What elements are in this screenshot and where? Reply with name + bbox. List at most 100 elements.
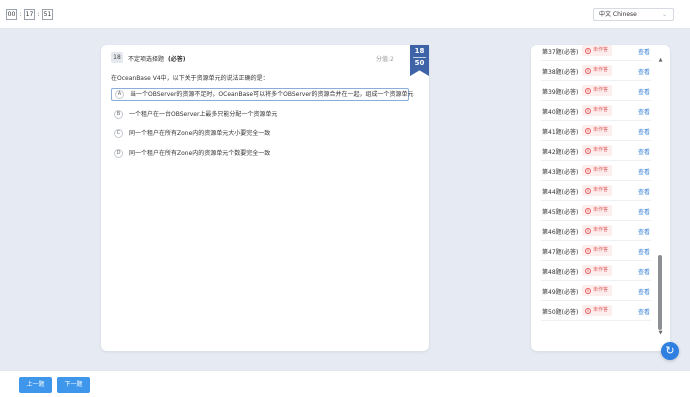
question-card: 18 不定项选择题 (必答) 分值:2 18 50 在OceanBase V4中，… (101, 45, 429, 351)
close-circle-icon: × (585, 268, 591, 274)
answer-row-label: 第47题(必答) (542, 249, 579, 256)
status-badge: × 未作答 (582, 165, 612, 176)
status-text: 未作答 (593, 87, 609, 93)
close-circle-icon: × (585, 148, 591, 154)
question-text: 在OceanBase V4中，以下关于资源单元的说法正确的是： (111, 75, 269, 82)
status-badge: × 未作答 (582, 305, 612, 316)
answer-row-label: 第50题(必答) (542, 309, 579, 316)
option-b[interactable]: B 一个租户在一台OBServer上最多只能分配一个资源单元 (111, 108, 409, 121)
option-d[interactable]: D 同一个租户在所有Zone内的资源单元个数要完全一致 (111, 147, 409, 160)
timer-seconds: 51 (42, 9, 53, 20)
timer-separator: : (37, 11, 40, 18)
question-number: 18 (111, 52, 123, 63)
answer-row-label: 第44题(必答) (542, 189, 579, 196)
option-letter: A (115, 90, 124, 99)
status-text: 未作答 (593, 307, 609, 313)
answer-row-label: 第41题(必答) (542, 129, 579, 136)
view-link[interactable]: 查看 (638, 67, 650, 76)
close-circle-icon: × (585, 108, 591, 114)
answer-row: 第46题(必答) × 未作答 查看 (531, 221, 651, 241)
language-select[interactable]: 中文 Chinese ⌄ (593, 8, 674, 21)
close-circle-icon: × (585, 288, 591, 294)
status-badge: × 未作答 (582, 65, 612, 76)
answer-row: 第48题(必答) × 未作答 查看 (531, 261, 651, 281)
answer-row-label: 第37题(必答) (542, 49, 579, 56)
status-text: 未作答 (593, 267, 609, 273)
status-text: 未作答 (593, 47, 609, 53)
answer-sheet-panel: 第37题(必答) × 未作答 查看 第38题(必答) × 未作答 查看 第39题(必… (531, 45, 670, 351)
answer-row: 第39题(必答) × 未作答 查看 (531, 81, 651, 101)
view-link[interactable]: 查看 (638, 147, 650, 156)
answer-row: 第45题(必答) × 未作答 查看 (531, 201, 651, 221)
answer-row-label: 第40题(必答) (542, 109, 579, 116)
view-link[interactable]: 查看 (638, 307, 650, 316)
question-type: 不定项选择题 (必答) (128, 54, 186, 63)
required-label: (必答) (168, 56, 186, 63)
status-text: 未作答 (593, 127, 609, 133)
close-circle-icon: × (585, 88, 591, 94)
top-bar: 00 : 17 : 51 中文 Chinese ⌄ (0, 0, 690, 29)
view-link[interactable]: 查看 (638, 47, 650, 56)
progress-total: 50 (414, 59, 425, 67)
option-letter: C (114, 129, 123, 138)
next-question-button[interactable]: 下一题 (57, 377, 90, 393)
answer-row: 第40题(必答) × 未作答 查看 (531, 101, 651, 121)
answer-row: 第38题(必答) × 未作答 查看 (531, 61, 651, 81)
answer-row-label: 第48题(必答) (542, 269, 579, 276)
view-link[interactable]: 查看 (638, 167, 650, 176)
question-score: 分值:2 (376, 56, 394, 63)
close-circle-icon: × (585, 228, 591, 234)
option-text: 同一个租户在所有Zone内的资源单元个数要完全一致 (129, 150, 271, 157)
answer-row: 第44题(必答) × 未作答 查看 (531, 181, 651, 201)
status-badge: × 未作答 (582, 185, 612, 196)
view-link[interactable]: 查看 (638, 207, 650, 216)
scroll-down-arrow[interactable]: ▼ (657, 331, 664, 336)
status-text: 未作答 (593, 67, 609, 73)
option-text: 一个租户在一台OBServer上最多只能分配一个资源单元 (129, 111, 278, 118)
status-badge: × 未作答 (582, 45, 612, 56)
answer-row: 第41题(必答) × 未作答 查看 (531, 121, 651, 141)
timer-separator: : (19, 11, 22, 18)
question-type-label: 不定项选择题 (128, 56, 165, 63)
view-link[interactable]: 查看 (638, 187, 650, 196)
answer-row-label: 第39题(必答) (542, 89, 579, 96)
option-a[interactable]: A 当一个OBServer的资源不足时，OCeanBase可以将多个OBServ… (111, 88, 414, 101)
status-badge: × 未作答 (582, 245, 612, 256)
status-text: 未作答 (593, 187, 609, 193)
view-link[interactable]: 查看 (638, 227, 650, 236)
status-text: 未作答 (593, 247, 609, 253)
answer-row: 第49题(必答) × 未作答 查看 (531, 281, 651, 301)
view-link[interactable]: 查看 (638, 247, 650, 256)
option-c[interactable]: C 同一个租户在所有Zone内的资源单元大小要完全一致 (111, 127, 409, 140)
view-link[interactable]: 查看 (638, 267, 650, 276)
view-link[interactable]: 查看 (638, 87, 650, 96)
chevron-down-icon: ⌄ (661, 11, 667, 18)
answer-row: 第37题(必答) × 未作答 查看 (531, 45, 651, 61)
option-letter: D (114, 149, 123, 158)
previous-question-button[interactable]: 上一题 (19, 377, 52, 393)
view-link[interactable]: 查看 (638, 107, 650, 116)
answer-row-label: 第42题(必答) (542, 149, 579, 156)
language-select-value: 中文 Chinese (599, 11, 637, 18)
close-circle-icon: × (585, 168, 591, 174)
progress-current: 18 (414, 47, 425, 55)
status-badge: × 未作答 (582, 125, 612, 136)
row-divider (541, 320, 651, 321)
scroll-up-arrow[interactable]: ▲ (657, 58, 664, 63)
status-badge: × 未作答 (582, 265, 612, 276)
close-circle-icon: × (585, 188, 591, 194)
status-text: 未作答 (593, 287, 609, 293)
close-circle-icon: × (585, 68, 591, 74)
view-link[interactable]: 查看 (638, 287, 650, 296)
answer-row-label: 第46题(必答) (542, 229, 579, 236)
status-badge: × 未作答 (582, 225, 612, 236)
status-badge: × 未作答 (582, 145, 612, 156)
view-link[interactable]: 查看 (638, 127, 650, 136)
status-badge: × 未作答 (582, 85, 612, 96)
answer-row: 第47题(必答) × 未作答 查看 (531, 241, 651, 261)
scrollbar-thumb[interactable] (658, 255, 662, 330)
answer-row: 第43题(必答) × 未作答 查看 (531, 161, 651, 181)
answer-row-label: 第43题(必答) (542, 169, 579, 176)
status-text: 未作答 (593, 107, 609, 113)
refresh-icon[interactable]: ↻ (661, 342, 679, 360)
